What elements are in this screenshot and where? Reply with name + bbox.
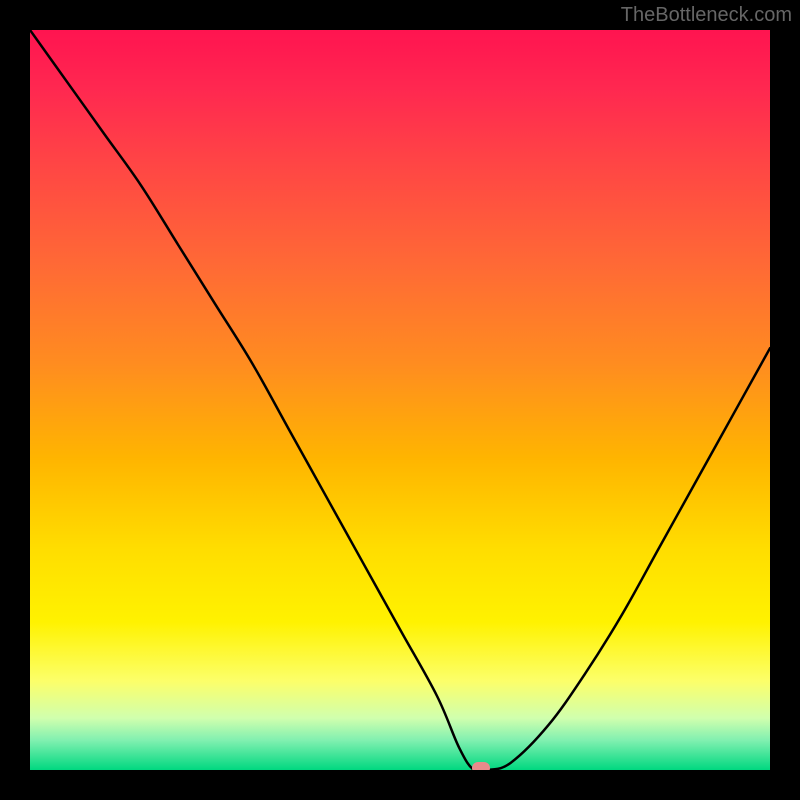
optimal-marker xyxy=(472,762,490,770)
curve-svg xyxy=(30,30,770,770)
attribution-text: TheBottleneck.com xyxy=(621,4,792,27)
plot-area xyxy=(30,30,770,770)
bottleneck-curve xyxy=(30,30,770,770)
